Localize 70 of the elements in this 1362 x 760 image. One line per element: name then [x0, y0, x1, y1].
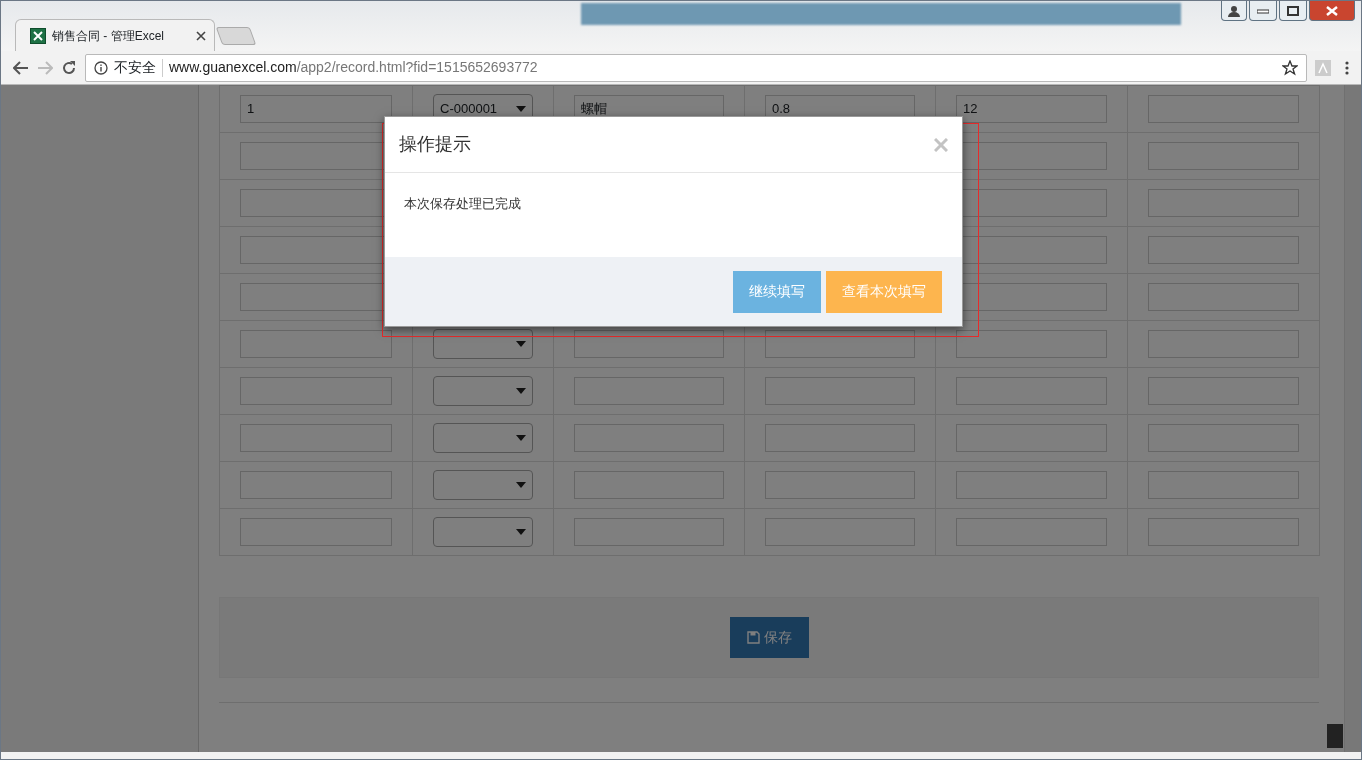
- reload-icon[interactable]: [61, 59, 77, 76]
- dropdown[interactable]: [433, 423, 533, 453]
- new-tab-button[interactable]: [215, 27, 257, 45]
- input-field[interactable]: [956, 424, 1107, 452]
- input-field[interactable]: [956, 518, 1107, 546]
- caret-icon: [516, 106, 526, 112]
- dropdown[interactable]: [433, 470, 533, 500]
- minimize-icon: [1257, 7, 1269, 14]
- input-field[interactable]: [1148, 330, 1299, 358]
- forward-icon[interactable]: [37, 60, 53, 75]
- info-icon: [94, 60, 108, 75]
- input-field[interactable]: [1148, 424, 1299, 452]
- close-window-button[interactable]: [1309, 1, 1355, 21]
- star-icon[interactable]: [1282, 59, 1298, 76]
- input-field[interactable]: [240, 424, 392, 452]
- input-field[interactable]: [765, 377, 915, 405]
- input-field[interactable]: [240, 377, 392, 405]
- dropdown[interactable]: [433, 329, 533, 359]
- input-field[interactable]: [1148, 377, 1299, 405]
- browser-tab[interactable]: 销售合同 - 管理Excel: [15, 19, 215, 51]
- input-field[interactable]: 12: [956, 95, 1107, 123]
- security-label: 不安全: [114, 58, 156, 77]
- extension-icon[interactable]: [1315, 59, 1331, 76]
- input-field[interactable]: [956, 377, 1107, 405]
- spreadsheet-icon: [30, 27, 46, 44]
- input-field[interactable]: [240, 471, 392, 499]
- input-field[interactable]: [240, 518, 392, 546]
- input-field[interactable]: [1148, 283, 1299, 311]
- dialog-message: 本次保存处理已完成: [404, 196, 521, 211]
- input-field[interactable]: 1: [240, 95, 392, 123]
- input-field[interactable]: [574, 518, 724, 546]
- input-field[interactable]: [574, 424, 724, 452]
- close-icon[interactable]: [196, 30, 206, 41]
- input-field[interactable]: [1148, 189, 1299, 217]
- dropdown[interactable]: [433, 517, 533, 547]
- input-field[interactable]: [765, 518, 915, 546]
- tab-title: 销售合同 - 管理Excel: [52, 27, 165, 45]
- save-button[interactable]: 保存: [729, 617, 809, 658]
- input-field[interactable]: [574, 377, 724, 405]
- caret-icon: [516, 529, 526, 535]
- input-field[interactable]: [1148, 518, 1299, 546]
- dropdown[interactable]: [433, 376, 533, 406]
- minimize-button[interactable]: [1249, 1, 1277, 21]
- dialog-title: 操作提示: [399, 133, 471, 156]
- caret-icon: [516, 435, 526, 441]
- close-icon: [1326, 5, 1338, 16]
- profile-button[interactable]: [1221, 1, 1247, 21]
- caret-icon: [516, 482, 526, 488]
- url-text: www.guanexcel.com/app2/record.html?fid=1515652693772: [169, 58, 538, 77]
- caret-icon: [516, 388, 526, 394]
- input-field[interactable]: [574, 471, 724, 499]
- input-field[interactable]: [956, 471, 1107, 499]
- address-bar[interactable]: 不安全 www.guanexcel.com/app2/record.html?fid=1515652693772: [85, 53, 1307, 82]
- maximize-button[interactable]: [1279, 1, 1307, 21]
- input-field[interactable]: [574, 330, 724, 358]
- input-field[interactable]: [1148, 236, 1299, 264]
- input-field[interactable]: [1148, 142, 1299, 170]
- input-field[interactable]: [765, 424, 915, 452]
- input-field[interactable]: [765, 330, 915, 358]
- back-to-top-button[interactable]: [1327, 724, 1343, 748]
- caret-icon: [516, 341, 526, 347]
- person-icon: [1228, 4, 1240, 17]
- input-field[interactable]: [956, 330, 1107, 358]
- input-field[interactable]: [1148, 471, 1299, 499]
- input-field[interactable]: [765, 471, 915, 499]
- input-field[interactable]: [1148, 95, 1299, 123]
- scrollbar[interactable]: [1344, 85, 1361, 752]
- maximize-icon: [1287, 5, 1299, 16]
- input-field[interactable]: [240, 330, 392, 358]
- back-icon[interactable]: [13, 60, 29, 75]
